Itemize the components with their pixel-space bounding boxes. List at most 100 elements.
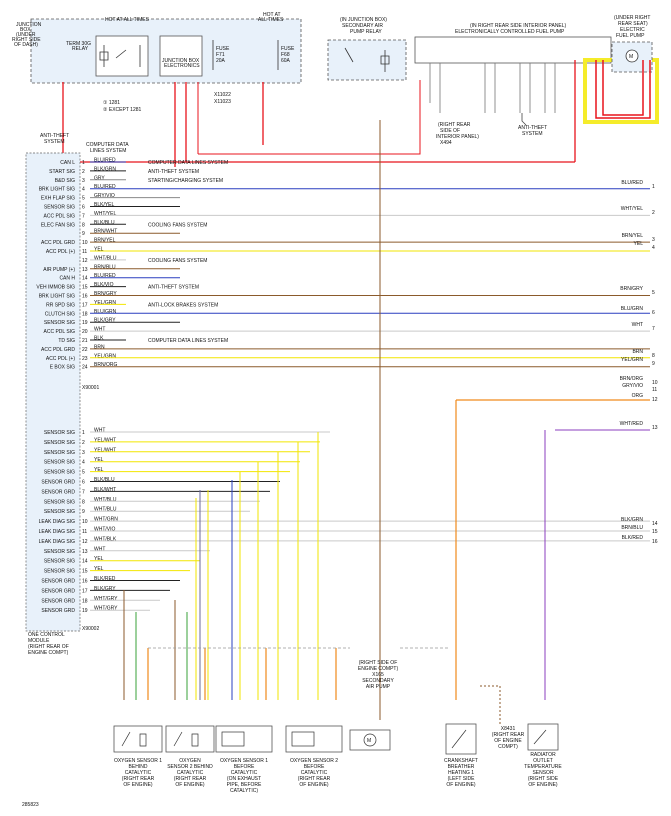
pcm-pin-label: SENSOR GRD [41, 608, 75, 614]
pcm-wire-color: YEL [94, 467, 104, 473]
right-edge-wire-label: GRY/VIO [622, 383, 643, 389]
pcm-pin-number: 5 [82, 470, 85, 476]
pcm-wire-color: BLK/WHT [94, 487, 116, 493]
pcm-pin-label: LEAK DIAG SIG [39, 519, 76, 525]
pcm-pin-label: SENSOR SIG [44, 509, 75, 515]
pcm-pin-label: SENSOR SIG [44, 460, 75, 466]
pcm-pin-number: 24 [82, 365, 88, 371]
connector-x90001: X90001 [82, 385, 99, 391]
right-edge-number: 4 [652, 245, 655, 251]
pcm-wire-color: WHT [94, 327, 105, 333]
secondary-air-pump-relay [327, 39, 407, 81]
pcm-pin-label: AIR PUMP (+) [43, 267, 75, 273]
pcm-wire-color: BRN/GRY [94, 291, 117, 297]
pcm-wire-color: YEL/WHT [94, 447, 116, 453]
right-edge-number: 12 [652, 397, 658, 403]
pcm-wire-color: BRN/YEL [94, 238, 116, 244]
oxygen-sensor-2-before [285, 725, 343, 753]
pcm-pin-label: TD SIG [58, 338, 75, 344]
pcm-pin-number: 12 [82, 258, 88, 264]
pcm-pin-number: 1 [82, 430, 85, 436]
svg-text:LINES SYSTEM: LINES SYSTEM [90, 148, 126, 154]
pcm-pin-label: SENSOR SIG [44, 440, 75, 446]
pcm-pin-number: 2 [82, 169, 85, 175]
pcm-wire-color: BLK/GRY [94, 586, 116, 592]
pcm-pin-label: START SIG [49, 169, 75, 175]
pcm-pin-number: 23 [82, 356, 88, 362]
right-edge-number: 15 [652, 529, 658, 535]
pcm-wire-destination: ANTI-THEFT SYSTEM [148, 285, 199, 291]
component-label: OF ENGINE) [175, 782, 205, 788]
pcm-pin-number: 16 [82, 294, 88, 300]
pcm-wire-color: BRN [94, 344, 105, 350]
pcm-pin-number: 11 [82, 249, 87, 255]
pcm-wire-color: YEL/GRN [94, 300, 116, 306]
pcm-pin-number: 8 [82, 499, 85, 505]
right-edge-wires: BLU/RED 1 WHT/YEL 2 BRN/YEL 3 YEL 4 BRN/GRY 5 BLU/… [620, 180, 658, 545]
orange-wire-crankshaft [455, 399, 650, 700]
pcm-pin-label: SENSOR GRD [41, 579, 75, 585]
oxygen-sensor-2-behind [165, 725, 215, 753]
pcm-pin-number: 16 [82, 579, 88, 585]
pcm-wire-color: YEL [94, 457, 104, 463]
pcm-pin-number: 6 [82, 480, 85, 486]
pcm-pin-number: 8 [82, 222, 85, 228]
pcm-wire-color: WHT/GRY [94, 596, 118, 602]
pcm-pin-number: 4 [82, 187, 85, 193]
svg-text:20A: 20A [216, 58, 226, 64]
pcm-wire-color: WHT/BLU [94, 497, 117, 503]
pcm-wire-color: BRN/BLU [94, 264, 116, 270]
pcm-wire-color: BLU/RED [94, 158, 116, 164]
pcm-pin-label: BRK LIGHT SIG [39, 187, 75, 193]
pcm-pin-number: 12 [82, 539, 88, 545]
pcm-pin-number: 3 [82, 450, 85, 456]
right-edge-wire-label: BLU/GRN [621, 306, 644, 312]
pcm-wire-color: YEL/WHT [94, 437, 116, 443]
right-edge-number: 1 [652, 184, 655, 190]
pcm-pin-label: CAN L [60, 160, 75, 166]
oxygen-sensor-1-behind [113, 725, 163, 753]
pcm-wire-color: BLK/YEL [94, 202, 115, 208]
svg-text:ELECTRONICALLY CONTROLLED FUEL: ELECTRONICALLY CONTROLLED FUEL PUMP [455, 29, 565, 35]
pcm-pin-label: B&D SIG [55, 178, 75, 184]
pcm-wire-destination: ANTI-LOCK BRAKES SYSTEM [148, 302, 218, 308]
pcm-pin-label: SENSOR SIG [44, 320, 75, 326]
pcm-wire-color: BLK/GRY [94, 318, 116, 324]
pcm-wire-color: YEL [94, 556, 104, 562]
right-edge-number: 14 [652, 521, 658, 527]
svg-text:OF DASH): OF DASH) [14, 42, 38, 48]
right-edge-wire-label: YEL [634, 241, 644, 247]
pcm-pin-number: 14 [82, 559, 88, 565]
pcm-wire-color: YEL [94, 247, 104, 253]
svg-text:PUMP RELAY: PUMP RELAY [350, 29, 382, 35]
svg-text:SYSTEM: SYSTEM [522, 131, 543, 137]
svg-text:X494: X494 [440, 140, 452, 146]
pcm-pin-number: 18 [82, 598, 88, 604]
pcm-wire-color: WHT/BLU [94, 507, 117, 513]
component-label: OF ENGINE) [123, 782, 153, 788]
pcm-pin-label: SENSOR GRD [41, 588, 75, 594]
right-edge-number: 5 [652, 290, 655, 296]
pcm-pin-number: 4 [82, 460, 85, 466]
right-edge-number: 10 [652, 380, 658, 386]
pcm-wire-destination: COOLING FANS SYSTEM [148, 222, 207, 228]
component-label: OF ENGINE) [299, 782, 329, 788]
fuel-module-pins [429, 63, 556, 113]
svg-text:RELAY: RELAY [72, 46, 89, 52]
pcm-pin-label: ACC PDL (+) [46, 356, 75, 362]
right-edge-wire-label: BLK/RED [622, 535, 644, 541]
svg-text:FUEL PUMP: FUEL PUMP [616, 33, 645, 39]
pcm-pin-label: ELEC FAN SIG [41, 222, 75, 228]
right-edge-wire-label: WHT [632, 322, 643, 328]
component-label: AIR PUMP [366, 684, 391, 690]
pcm-pin-number: 22 [82, 347, 88, 353]
right-edge-number: 3 [652, 237, 655, 243]
component-label: OF ENGINE) [446, 782, 476, 788]
pcm-pin-number: 19 [82, 608, 88, 614]
pcm-pin-number: 19 [82, 320, 88, 326]
pcm-pin-number: 17 [82, 588, 88, 594]
sensor-feed-wires [195, 432, 319, 700]
pcm-pin-number: 18 [82, 311, 88, 317]
pcm-pin-number: 11 [82, 529, 87, 535]
right-edge-wire-label: WHT/YEL [621, 206, 643, 212]
